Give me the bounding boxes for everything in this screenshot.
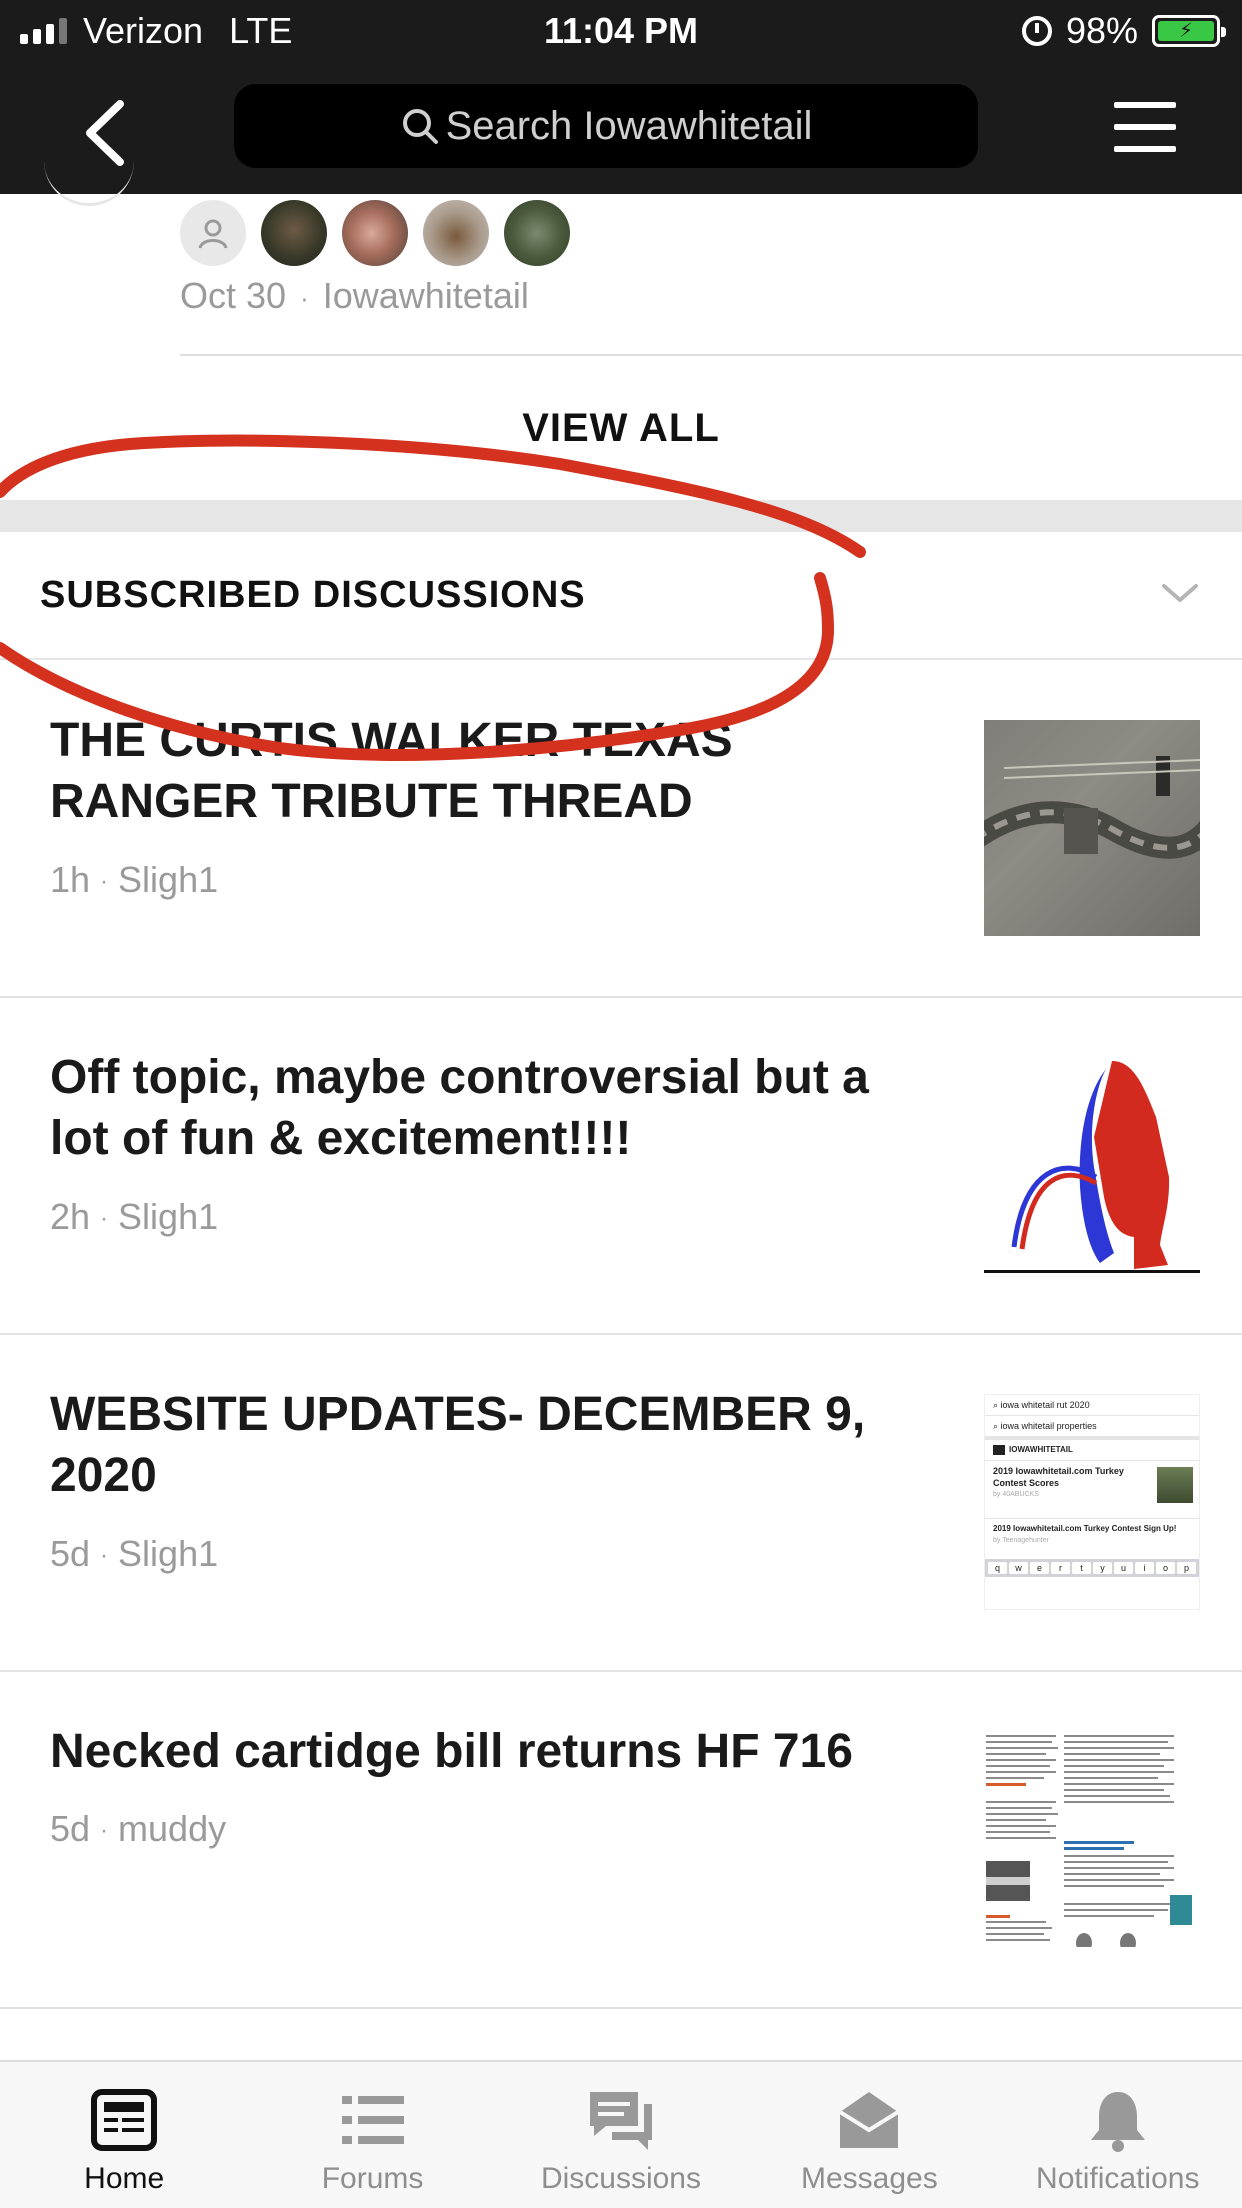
tab-home[interactable]: Home bbox=[0, 2062, 248, 2208]
thumb-keyboard: q w e r t y u i o p bbox=[985, 1559, 1199, 1577]
thread-meta: 2h · Sligh1 bbox=[50, 1196, 219, 1237]
battery-icon: ⚡ bbox=[1152, 15, 1226, 47]
thumb-post: 2019 Iowawhitetail.com Turkey Contest Si… bbox=[993, 1524, 1177, 1544]
bell-icon bbox=[1090, 2092, 1145, 2152]
tab-label: Notifications bbox=[1036, 2162, 1200, 2195]
list-icon bbox=[341, 2096, 404, 2144]
previous-item-author: Iowawhitetail bbox=[322, 275, 529, 316]
avatar bbox=[423, 200, 489, 266]
participant-avatars bbox=[180, 200, 570, 266]
tab-messages[interactable]: Messages bbox=[745, 2062, 993, 2208]
thumb-search-2: ⌕ iowa whitetail properties bbox=[985, 1416, 1199, 1440]
thread-title: WEBSITE UPDATES- DECEMBER 9, 2020 bbox=[50, 1388, 866, 1502]
thread-author: Sligh1 bbox=[118, 1196, 219, 1237]
chat-bubbles-icon bbox=[589, 2092, 652, 2150]
hamburger-icon bbox=[1114, 102, 1176, 108]
thread-age: 1h bbox=[50, 859, 91, 900]
thread-row[interactable]: THE CURTIS WALKER TEXAS RANGER TRIBUTE T… bbox=[0, 662, 1242, 998]
status-right: 98% ⚡ bbox=[1021, 10, 1226, 52]
avatar bbox=[504, 200, 570, 266]
search-placeholder: Search Iowawhitetail bbox=[445, 103, 813, 148]
thread-meta: 5d · muddy bbox=[50, 1808, 227, 1849]
thread-row[interactable]: WEBSITE UPDATES- DECEMBER 9, 2020 5d · Sli… bbox=[0, 1336, 1242, 1672]
thread-author: muddy bbox=[118, 1808, 227, 1849]
thumb-search-1: ⌕ iowa whitetail rut 2020 bbox=[985, 1395, 1199, 1416]
thread-row[interactable]: Necked cartidge bill returns HF 716 5d · m… bbox=[0, 1673, 1242, 2009]
envelope-icon bbox=[839, 2092, 900, 2148]
thread-title: Necked cartidge bill returns HF 716 bbox=[50, 1725, 853, 1778]
thread-age: 5d bbox=[50, 1808, 91, 1849]
avatar bbox=[44, 150, 134, 206]
view-all-button[interactable]: VIEW ALL bbox=[0, 356, 1242, 500]
thread-title: Off topic, maybe controversial but a lot… bbox=[50, 1051, 869, 1165]
previous-item-meta: Oct 30 · Iowawhitetail bbox=[180, 275, 529, 316]
search-icon bbox=[402, 109, 438, 144]
default-avatar-icon bbox=[180, 200, 246, 266]
search-input[interactable]: Search Iowawhitetail bbox=[234, 84, 978, 168]
section-title: SUBSCRIBED DISCUSSIONS bbox=[40, 574, 586, 616]
avatar bbox=[261, 200, 327, 266]
home-icon bbox=[91, 2089, 158, 2151]
tab-label: Messages bbox=[801, 2162, 938, 2195]
previous-item-date: Oct 30 bbox=[180, 275, 287, 316]
status-bar: Verizon LTE 11:04 PM 98% ⚡ bbox=[0, 0, 1242, 62]
menu-button[interactable] bbox=[1114, 102, 1176, 152]
thread-author: Sligh1 bbox=[118, 1533, 219, 1574]
thread-meta: 5d · Sligh1 bbox=[50, 1533, 219, 1574]
tab-discussions[interactable]: Discussions bbox=[497, 2062, 745, 2208]
chevron-down-icon[interactable] bbox=[1160, 578, 1200, 608]
tab-label: Forums bbox=[321, 2162, 424, 2195]
section-separator bbox=[0, 500, 1242, 532]
thread-age: 2h bbox=[50, 1196, 91, 1237]
tab-notifications[interactable]: Notifications bbox=[994, 2062, 1242, 2208]
top-nav: Search Iowawhitetail bbox=[0, 62, 1242, 194]
tab-forums[interactable]: Forums bbox=[248, 2062, 496, 2208]
alarm-icon bbox=[1021, 16, 1052, 46]
thread-thumbnail bbox=[984, 720, 1200, 936]
thread-thumbnail bbox=[984, 1057, 1200, 1273]
avatar bbox=[342, 200, 408, 266]
thread-row[interactable]: Off topic, maybe controversial but a lot… bbox=[0, 999, 1242, 1335]
thread-meta: 1h · Sligh1 bbox=[50, 859, 219, 900]
thumb-brand: IOWAWHITETAIL bbox=[985, 1440, 1199, 1461]
battery-percent: 98% bbox=[1065, 10, 1138, 51]
thread-age: 5d bbox=[50, 1533, 91, 1574]
thread-thumbnail bbox=[984, 1731, 1200, 1947]
tab-label: Discussions bbox=[540, 2162, 701, 2195]
thumb-post: 2019 Iowawhitetail.com Turkey Contest Sc… bbox=[985, 1461, 1199, 1519]
subscribed-discussions-header[interactable]: SUBSCRIBED DISCUSSIONS bbox=[0, 532, 1242, 660]
thread-title: THE CURTIS WALKER TEXAS RANGER TRIBUTE T… bbox=[50, 714, 733, 828]
bottom-tab-bar: Home Forums Discussions Messages Notific… bbox=[0, 2060, 1242, 2208]
thread-author: Sligh1 bbox=[118, 859, 219, 900]
tab-label: Home bbox=[84, 2162, 165, 2195]
thread-thumbnail: ⌕ iowa whitetail rut 2020 ⌕ iowa whiteta… bbox=[984, 1394, 1200, 1610]
